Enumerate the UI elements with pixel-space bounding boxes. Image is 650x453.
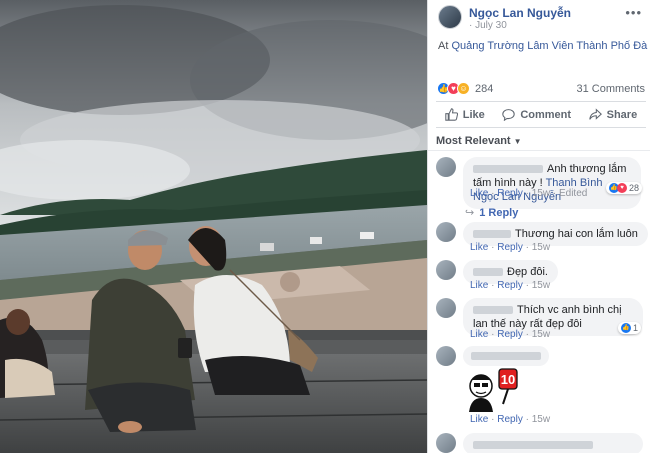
author-name[interactable]: Ngọc Lan Nguyễn [469,6,571,20]
comment-reply-link[interactable]: Reply [497,242,523,253]
comment-meta: Like · Reply · 15w [470,242,551,253]
post-photo[interactable] [0,0,427,453]
comment [436,433,648,453]
reaction-icons[interactable]: 👍 ♥ ☺ [437,82,470,95]
commenter-avatar[interactable] [436,260,456,280]
post-header: Ngọc Lan Nguyễn · July 30 ••• [428,0,650,34]
comment-label: Comment [520,108,572,121]
comment-meta: Like · Reply · 15w [470,414,551,425]
post-actions: Like Comment Share [436,101,646,128]
comment-button[interactable]: Comment [502,108,571,121]
redacted-name [473,165,543,174]
comment-like-link[interactable]: Like [470,414,488,425]
comment-time[interactable]: 15w [532,329,550,340]
location-prefix: At [438,40,449,52]
share-label: Share [606,108,638,121]
commenter-avatar[interactable] [436,433,456,453]
comment: 10 Like · Reply · 15w [436,346,648,426]
haha-reaction-icon: ☺ [457,82,470,95]
redacted-name [473,230,511,239]
post-date[interactable]: · July 30 [469,20,507,31]
redacted-name [473,268,503,277]
commenter-avatar[interactable] [436,346,456,366]
sticker-text: 10 [501,372,515,387]
comment-reply-link[interactable]: Reply [497,280,523,291]
comment-bubble [463,346,549,366]
comment-edited[interactable]: Edited [559,188,587,199]
speech-bubble-icon [502,109,516,121]
comment-text: Đẹp đôi. [507,266,548,278]
more-dots-icon[interactable]: ••• [625,5,642,20]
sticker-drawing: 10 [469,368,518,412]
comment-like-link[interactable]: Like [470,188,488,199]
post-panel: Ngọc Lan Nguyễn · July 30 ••• At Quảng T… [427,0,650,453]
comment-filter-dropdown[interactable]: Most Relevant ▼ [436,135,522,147]
photo-illustration [0,0,427,453]
comment-like-link[interactable]: Like [470,329,488,340]
comment-text: Thương hai con lắm luôn [515,228,638,240]
comment-reactions[interactable]: 👍 ♥ 28 [606,182,643,194]
comment-like-link[interactable]: Like [470,280,488,291]
comment-meta: Like · Reply · 15w [470,280,551,291]
comment: Thương hai con lắm luôn Like · Reply · 1… [436,222,648,258]
comment-reaction-count: 28 [629,183,640,193]
like-label: Like [462,108,485,121]
comment-like-link[interactable]: Like [470,242,488,253]
sticker-image[interactable]: 10 [463,366,521,412]
comment-time[interactable]: 15w [532,242,550,253]
commenter-avatar[interactable] [436,157,456,177]
reaction-count[interactable]: 284 [475,83,493,95]
comment-reactions[interactable]: 👍 1 [618,322,642,334]
comment-time[interactable]: 15w [532,280,550,291]
like-reaction-icon: 👍 [621,323,631,333]
post-location: At Quảng Trường Lâm Viên Thành Phố Đà Lạ… [438,40,650,52]
thumbs-up-icon [445,108,458,121]
comment-reply-link[interactable]: Reply [497,329,523,340]
comment-meta: Like · Reply · 15w [470,329,551,340]
divider [428,150,650,151]
filter-label: Most Relevant [436,135,511,147]
comment-meta: Like · Reply · 15w · Edited [470,188,588,199]
commenter-avatar[interactable] [436,298,456,318]
comment-time[interactable]: 15w [532,414,550,425]
like-button[interactable]: Like [445,108,485,121]
reply-arrow-icon: ↪ [465,207,475,219]
share-arrow-icon [588,108,602,120]
chevron-down-icon: ▼ [513,137,522,146]
commenter-avatar[interactable] [436,222,456,242]
comment-reply-link[interactable]: Reply [497,414,523,425]
comment-count[interactable]: 31 Comments [577,83,645,95]
comment-time[interactable]: 15w [532,188,550,199]
redacted-name [473,306,513,315]
post-date-text: July 30 [475,20,507,31]
comment-reaction-count: 1 [633,323,639,333]
comment: Thích vc anh bình chị lan thế này rất đẹ… [436,298,648,342]
author-avatar[interactable] [438,5,462,29]
share-button[interactable]: Share [588,108,638,121]
post-stats: 👍 ♥ ☺ 284 31 Comments [437,81,645,97]
replies-label: 1 Reply [479,207,519,219]
comment: Đẹp đôi. Like · Reply · 15w [436,260,648,296]
comment-reply-link[interactable]: Reply [497,188,523,199]
redacted-text [473,441,593,450]
location-link[interactable]: Quảng Trường Lâm Viên Thành Phố Đà Lạt [451,40,650,52]
love-reaction-icon: ♥ [617,183,627,193]
view-replies-link[interactable]: ↪ 1 Reply [465,206,518,219]
comment-bubble [463,433,643,453]
redacted-name [471,352,541,361]
